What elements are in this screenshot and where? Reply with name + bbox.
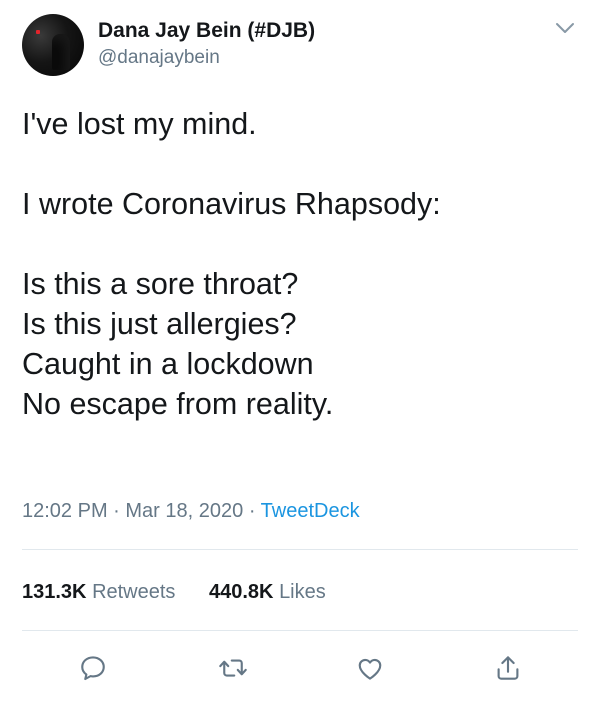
tweet-line: I've lost my mind.: [22, 107, 257, 141]
like-button[interactable]: [352, 650, 388, 686]
likes-count: 440.8K: [209, 581, 274, 603]
tweet-date[interactable]: Mar 18, 2020: [125, 500, 243, 522]
heart-icon: [358, 658, 382, 680]
tweet-line: No escape from reality.: [22, 387, 334, 421]
avatar-figure: [52, 34, 70, 70]
tweet-card: Dana Jay Bein (#DJB) @danajaybein I've l…: [0, 0, 600, 707]
divider: [22, 630, 578, 631]
author-display-name[interactable]: Dana Jay Bein (#DJB): [98, 18, 315, 44]
avatar[interactable]: [22, 14, 84, 76]
avatar-red-light: [36, 30, 40, 34]
tweet-line: Caught in a lockdown: [22, 347, 314, 381]
likes-label: Likes: [279, 581, 326, 603]
reply-icon: [81, 656, 105, 681]
reply-button[interactable]: [75, 650, 111, 686]
tweet-line: Is this just allergies?: [22, 307, 297, 341]
tweet-actions: [0, 650, 600, 690]
tweet-text: I've lost my mind. I wrote Coronavirus R…: [22, 104, 582, 424]
tweet-header: Dana Jay Bein (#DJB) @danajaybein: [22, 14, 582, 78]
tweet-time[interactable]: 12:02 PM: [22, 500, 108, 522]
likes-stat[interactable]: 440.8K Likes: [209, 578, 326, 606]
chevron-down-icon[interactable]: [554, 20, 576, 36]
retweet-icon: [219, 659, 247, 677]
tweet-source-link[interactable]: TweetDeck: [261, 500, 360, 522]
tweet-line: I wrote Coronavirus Rhapsody:: [22, 187, 441, 221]
meta-separator: ·: [113, 500, 126, 522]
meta-separator: ·: [248, 500, 261, 522]
author-names: Dana Jay Bein (#DJB) @danajaybein: [98, 18, 315, 70]
tweet-stats: 131.3K Retweets 440.8K Likes: [22, 578, 354, 606]
share-button[interactable]: [490, 650, 526, 686]
share-icon: [497, 656, 519, 680]
tweet-meta: 12:02 PM · Mar 18, 2020 · TweetDeck: [22, 497, 360, 525]
retweet-button[interactable]: [215, 650, 251, 686]
author-handle[interactable]: @danajaybein: [98, 46, 315, 70]
retweets-stat[interactable]: 131.3K Retweets: [22, 578, 175, 606]
retweets-label: Retweets: [92, 581, 176, 603]
divider: [22, 549, 578, 550]
retweets-count: 131.3K: [22, 581, 87, 603]
tweet-line: Is this a sore throat?: [22, 267, 299, 301]
